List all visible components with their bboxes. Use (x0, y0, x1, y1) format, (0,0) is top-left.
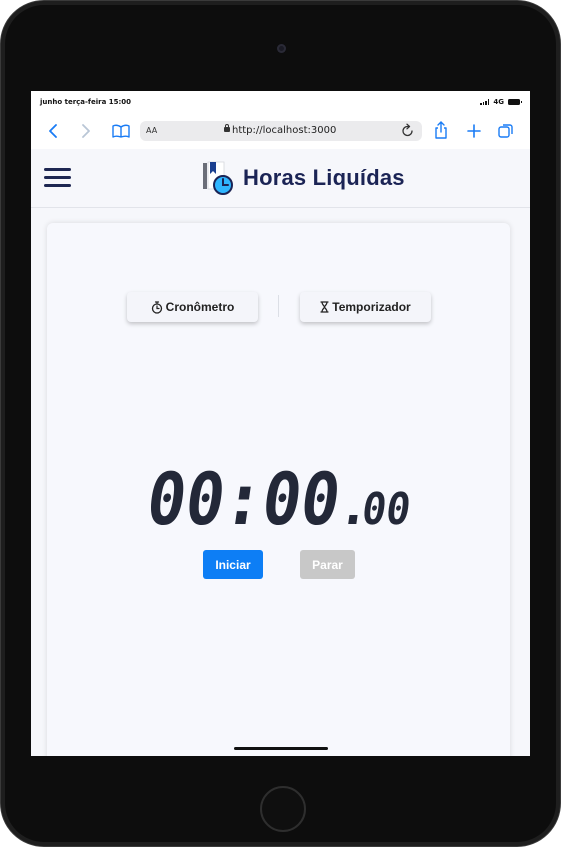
stop-button[interactable]: Parar (300, 550, 355, 579)
status-time: junho terça-feira 15:00 (40, 98, 132, 106)
logo-clock-icon (203, 161, 233, 195)
status-indicators: 4G (480, 98, 522, 106)
address-bar[interactable]: AA http://localhost:3000 (140, 121, 422, 141)
back-chevron-icon[interactable] (48, 123, 58, 139)
time-centiseconds: 00 (359, 484, 414, 535)
text-size-button[interactable]: AA (146, 126, 157, 135)
battery-icon (508, 99, 522, 105)
hamburger-menu-icon[interactable] (44, 168, 71, 187)
app-title: Horas Liquídas (243, 165, 405, 190)
home-indicator (234, 747, 328, 750)
hourglass-icon (320, 301, 329, 313)
stopwatch-mode-button[interactable]: Cronômetro (127, 292, 258, 322)
front-camera (277, 44, 286, 53)
app-header: Horas Liquídas (31, 149, 530, 208)
mode-divider (278, 295, 279, 317)
browser-toolbar: AA http://localhost:3000 (31, 113, 530, 149)
add-tab-icon[interactable] (467, 124, 481, 138)
stopwatch-icon (151, 300, 162, 314)
lock-icon (224, 124, 230, 132)
stopwatch-card: Cronômetro Temporizador 00:00 . 00 Inici… (47, 223, 510, 756)
reload-icon[interactable] (402, 123, 414, 137)
tabs-icon[interactable] (498, 123, 514, 139)
status-bar: junho terça-feira 15:00 4G (31, 91, 530, 113)
start-button[interactable]: Iniciar (203, 550, 263, 579)
stopwatch-mode-label: Cronômetro (165, 300, 235, 314)
share-icon[interactable] (434, 121, 448, 139)
network-label: 4G (493, 98, 504, 106)
time-main: 00:00 (144, 458, 346, 535)
home-button[interactable] (260, 786, 306, 832)
url-text[interactable]: http://localhost:3000 (232, 125, 336, 136)
timer-mode-button[interactable]: Temporizador (300, 292, 431, 322)
time-display: 00:00 . 00 (144, 458, 414, 535)
forward-chevron-icon[interactable] (81, 123, 91, 139)
brand: Horas Liquídas (203, 161, 405, 195)
screen: junho terça-feira 15:00 4G AA http://loc… (31, 91, 530, 756)
timer-mode-label: Temporizador (332, 300, 411, 314)
signal-icon (480, 99, 490, 105)
bookmarks-book-icon[interactable] (112, 124, 130, 138)
